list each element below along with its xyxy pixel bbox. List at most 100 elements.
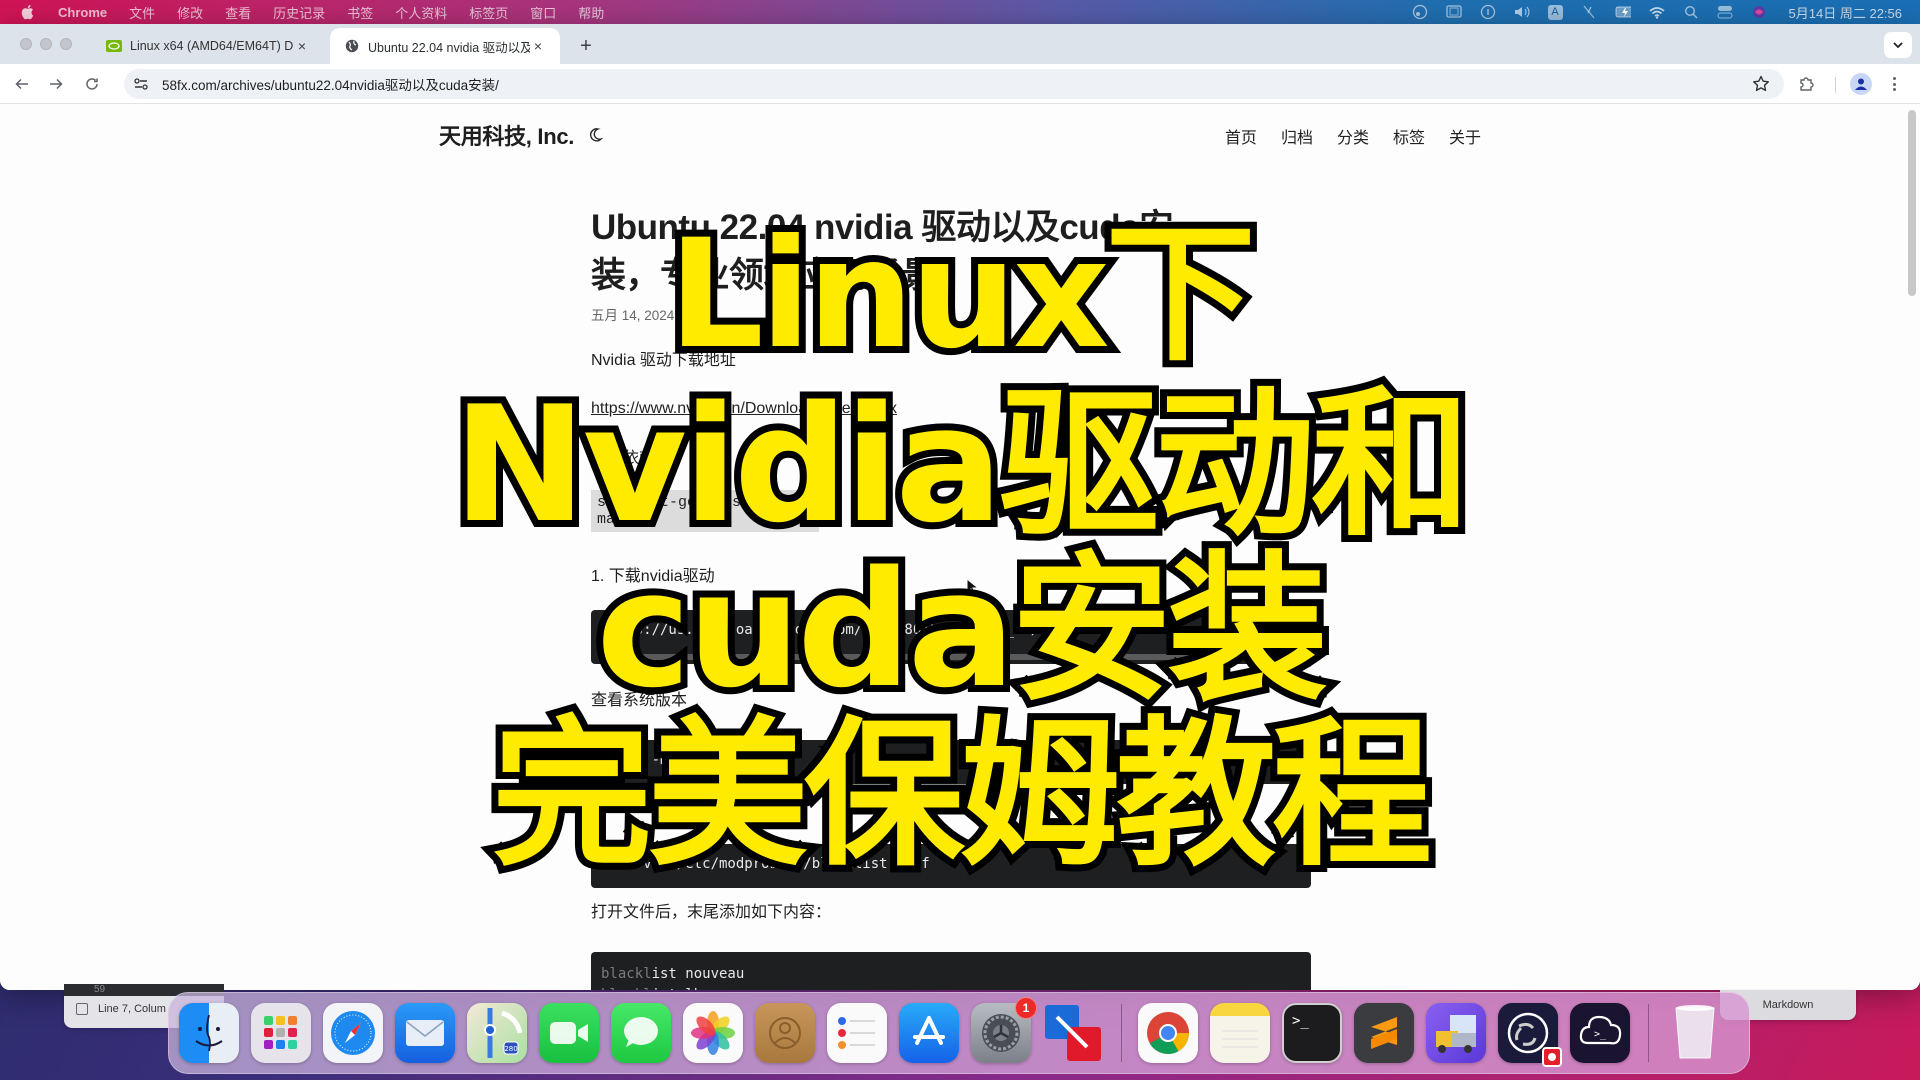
close-tab-icon[interactable]: × bbox=[530, 38, 546, 54]
menu-file[interactable]: 文件 bbox=[129, 3, 155, 22]
window-controls bbox=[20, 38, 72, 50]
editor-status-text: Line 7, Colum bbox=[98, 1003, 166, 1015]
facetime-icon[interactable] bbox=[539, 1003, 599, 1063]
menu-bookmarks[interactable]: 书签 bbox=[347, 3, 373, 22]
address-bar[interactable]: 58fx.com/archives/ubuntu22.04nvidia驱动以及c… bbox=[124, 69, 1784, 99]
tab-title: Ubuntu 22.04 nvidia 驱动以及 bbox=[368, 40, 530, 55]
transmit-icon[interactable] bbox=[1426, 1003, 1486, 1063]
tab-title: Linux x64 (AMD64/EM64T) D bbox=[130, 39, 294, 53]
terminal-icon[interactable]: >_ bbox=[1282, 1003, 1342, 1063]
paragraph-install-deps: 安装依赖 bbox=[591, 450, 656, 467]
close-window-button[interactable] bbox=[20, 38, 32, 50]
step-1-heading: 1. 下载nvidia驱动 bbox=[591, 568, 715, 585]
code-line: blacklist lbm-nouveau bbox=[601, 985, 1301, 990]
nvidia-favicon-icon bbox=[106, 38, 122, 54]
volume-icon[interactable] bbox=[1514, 5, 1530, 19]
siri-icon[interactable] bbox=[1751, 5, 1767, 19]
menu-edit[interactable]: 修改 bbox=[177, 3, 203, 22]
accessibility-icon[interactable] bbox=[1480, 4, 1496, 20]
reload-icon bbox=[86, 77, 98, 90]
menu-view[interactable]: 查看 bbox=[225, 3, 251, 22]
macos-dock: 280 1 >_ >_ bbox=[168, 992, 1750, 1074]
menu-window[interactable]: 窗口 bbox=[530, 3, 556, 22]
battery-charging-icon[interactable] bbox=[1615, 5, 1631, 19]
input-source-icon[interactable]: A bbox=[1547, 4, 1563, 20]
wifi-icon[interactable] bbox=[1649, 5, 1665, 19]
contacts-icon[interactable] bbox=[755, 1003, 815, 1063]
termius-icon[interactable]: >_ bbox=[1570, 1003, 1630, 1063]
code-block-blacklist-content: blacklist nouveau blacklist lbm-nouveau bbox=[591, 952, 1311, 990]
mouse-cursor-icon bbox=[966, 578, 978, 596]
svg-text:>_: >_ bbox=[1594, 1029, 1607, 1040]
menu-help[interactable]: 帮助 bbox=[578, 3, 604, 22]
trash-icon[interactable] bbox=[1665, 1003, 1725, 1063]
forward-button[interactable] bbox=[42, 70, 70, 98]
site-title[interactable]: 天用科技, Inc. bbox=[439, 119, 574, 151]
profile-avatar-icon[interactable] bbox=[1850, 73, 1872, 95]
back-button[interactable] bbox=[8, 70, 36, 98]
screen-share-icon[interactable] bbox=[1412, 4, 1428, 20]
dark-mode-moon-icon[interactable] bbox=[586, 126, 604, 144]
sublime-text-icon[interactable] bbox=[1354, 1003, 1414, 1063]
display-icon[interactable] bbox=[1445, 5, 1462, 19]
bookmark-star-icon[interactable] bbox=[1752, 75, 1770, 93]
finder-icon[interactable] bbox=[179, 1003, 239, 1063]
globe-icon bbox=[344, 38, 360, 54]
reload-button[interactable] bbox=[78, 70, 106, 98]
control-center-icon[interactable] bbox=[1717, 5, 1733, 19]
safari-icon[interactable] bbox=[323, 1003, 383, 1063]
tab-ubuntu-nvidia-article[interactable]: Ubuntu 22.04 nvidia 驱动以及 × bbox=[330, 28, 560, 64]
vmware-fusion-icon[interactable] bbox=[1043, 1003, 1103, 1063]
tab-nvidia-download[interactable]: Linux x64 (AMD64/EM64T) D × bbox=[92, 28, 324, 64]
maps-icon[interactable]: 280 bbox=[467, 1003, 527, 1063]
new-tab-button[interactable]: + bbox=[574, 34, 598, 58]
sidebar-toggle-icon[interactable] bbox=[76, 1003, 88, 1015]
nav-categories[interactable]: 分类 bbox=[1337, 124, 1369, 148]
close-tab-icon[interactable]: × bbox=[294, 38, 310, 54]
menu-app-chrome[interactable]: Chrome bbox=[58, 5, 107, 20]
chevron-down-icon bbox=[1893, 42, 1903, 49]
syntax-mode-label: Markdown bbox=[1762, 999, 1814, 1011]
system-settings-icon[interactable]: 1 bbox=[971, 997, 1037, 1063]
site-header: 天用科技, Inc. 首页 归档 分类 标签 关于 bbox=[439, 104, 1481, 166]
reminders-icon[interactable] bbox=[827, 1003, 887, 1063]
obs-icon[interactable] bbox=[1498, 1003, 1562, 1067]
mic-off-icon[interactable] bbox=[1581, 5, 1597, 19]
apple-menu-icon[interactable] bbox=[20, 4, 38, 20]
launchpad-icon[interactable] bbox=[251, 1003, 311, 1063]
menubar-status-area: A 5月14日 周二 22:56 bbox=[1412, 0, 1902, 24]
web-page: 天用科技, Inc. 首页 归档 分类 标签 关于 Ubuntu 22.04 n… bbox=[0, 104, 1920, 990]
mail-icon[interactable] bbox=[395, 1003, 455, 1063]
app-store-icon[interactable] bbox=[899, 1003, 959, 1063]
url-text[interactable]: 58fx.com/archives/ubuntu22.04nvidia驱动以及c… bbox=[162, 74, 499, 94]
inline-command: sudo apt-get install make bbox=[591, 490, 819, 532]
nav-archive[interactable]: 归档 bbox=[1281, 124, 1313, 148]
photos-icon[interactable] bbox=[683, 1003, 743, 1063]
menu-history[interactable]: 历史记录 bbox=[273, 3, 325, 22]
menu-tabs[interactable]: 标签页 bbox=[469, 3, 508, 22]
code-horizontal-scrollbar[interactable] bbox=[601, 654, 1301, 660]
menubar-clock[interactable]: 5月14日 周二 22:56 bbox=[1789, 3, 1902, 22]
messages-icon[interactable] bbox=[611, 1003, 671, 1063]
post-date: 五月 14, 2024 bbox=[591, 308, 675, 323]
nav-tags[interactable]: 标签 bbox=[1393, 124, 1425, 148]
extensions-puzzle-icon[interactable] bbox=[1797, 74, 1817, 94]
menu-profiles[interactable]: 个人资料 bbox=[395, 3, 447, 22]
nav-about[interactable]: 关于 bbox=[1449, 124, 1481, 148]
chrome-icon[interactable] bbox=[1138, 1003, 1198, 1063]
code-line: blacklist nouveau bbox=[601, 966, 745, 982]
page-scrollbar[interactable] bbox=[1908, 110, 1916, 296]
post-title: Ubuntu 22.04 nvidia 驱动以及cuda安 装，专业领域应用场景 bbox=[591, 204, 1281, 300]
arrow-left-icon bbox=[15, 78, 28, 89]
zoom-window-button[interactable] bbox=[60, 38, 72, 50]
nav-home[interactable]: 首页 bbox=[1225, 124, 1257, 148]
minimize-window-button[interactable] bbox=[40, 38, 52, 50]
driver-download-link[interactable]: https://www.nvidia.cn/Download/index.asp… bbox=[591, 400, 1311, 418]
toolbar-divider bbox=[1835, 77, 1836, 93]
chrome-menu-kebab-icon[interactable] bbox=[1888, 74, 1900, 94]
code-block-arch: uname -m x86_64 bbox=[591, 740, 1311, 784]
spotlight-search-icon[interactable] bbox=[1683, 5, 1699, 19]
notes-icon[interactable] bbox=[1210, 1003, 1270, 1063]
site-info-icon[interactable] bbox=[130, 73, 152, 95]
tab-search-button[interactable] bbox=[1884, 32, 1912, 58]
